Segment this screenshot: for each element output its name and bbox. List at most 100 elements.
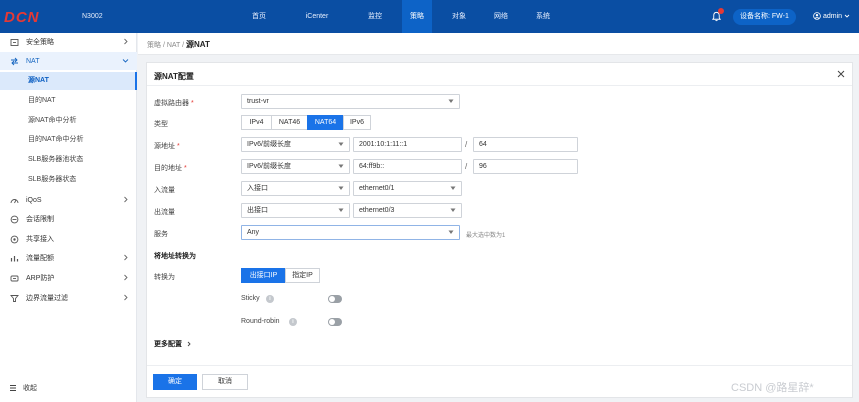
sidebar-item-security-policy[interactable]: 安全策略 xyxy=(0,33,137,51)
chevron-down-icon xyxy=(844,14,850,18)
chevron-right-icon xyxy=(124,196,128,203)
sidebar-subitem-source-nat-hit-analysis[interactable]: 源NAT命中分析 xyxy=(0,112,137,130)
service-label: 服务 xyxy=(154,231,168,238)
vrouter-select[interactable]: trust-vr xyxy=(241,94,460,109)
device-model: N3002 xyxy=(82,13,103,20)
traffic-quota-icon xyxy=(10,254,19,263)
service-hint: 最大选中数为1 xyxy=(466,233,506,239)
top-navigation-bar: DCN N3002 首页 iCenter 监控 策略 对象 网络 系统 设备名称: FW-1… xyxy=(0,0,859,33)
round-robin-label: Round-robin xyxy=(241,318,280,325)
sidebar-item-label: 共享接入 xyxy=(26,236,54,243)
boundary-filter-icon xyxy=(10,294,19,303)
source-address-mode-select[interactable]: IPv6/前缀长度 xyxy=(241,137,350,152)
sidebar-subitem-slb-pool-status[interactable]: SLB服务器池状态 xyxy=(0,151,137,169)
security-policy-icon xyxy=(10,38,19,47)
divider xyxy=(147,85,852,86)
type-option-ipv6[interactable]: IPv6 xyxy=(343,115,371,130)
chevron-right-icon xyxy=(124,274,128,281)
device-name-badge[interactable]: 设备名称: FW-1 xyxy=(733,9,796,25)
caret-down-icon xyxy=(338,142,344,146)
close-icon[interactable] xyxy=(836,69,846,79)
caret-down-icon xyxy=(450,186,456,190)
chevron-right-icon xyxy=(124,254,128,261)
sticky-label: Sticky xyxy=(241,295,260,302)
cancel-button[interactable]: 取消 xyxy=(202,374,248,390)
main-nav: 首页 iCenter 监控 策略 对象 网络 系统 xyxy=(244,0,558,33)
chevron-down-icon xyxy=(122,59,129,63)
round-robin-toggle[interactable] xyxy=(328,318,342,326)
username: admin xyxy=(823,12,843,20)
type-label: 类型 xyxy=(154,121,168,128)
destination-prefix-input[interactable]: 96 xyxy=(473,159,578,174)
breadcrumb-current: 源NAT xyxy=(186,40,210,49)
sidebar-subitem-destination-nat-hit-analysis[interactable]: 目的NAT命中分析 xyxy=(0,131,137,149)
egress-mode-select[interactable]: 出接口 xyxy=(241,203,350,218)
egress-ip-option[interactable]: 出接口IP xyxy=(241,268,286,283)
sidebar-item-iqos[interactable]: iQoS xyxy=(0,191,137,209)
source-ip-input[interactable]: 2001:10:1:11::1 xyxy=(353,137,462,152)
collapse-label: 收起 xyxy=(23,385,37,392)
source-nat-config-panel: 源NAT配置 虚拟路由器 * trust-vr 类型 IPv4 NAT46 NAT… xyxy=(146,62,853,398)
sidebar-subitem-source-nat[interactable]: 源NAT xyxy=(0,72,137,90)
ingress-mode-select[interactable]: 入接口 xyxy=(241,181,350,196)
destination-ip-input[interactable]: 64:ff9b:: xyxy=(353,159,462,174)
breadcrumb: 策略 / NAT / 源NAT xyxy=(147,39,210,50)
sidebar-item-traffic-quota[interactable]: 流量配额 xyxy=(0,249,137,267)
divider xyxy=(147,365,852,366)
type-option-ipv4[interactable]: IPv4 xyxy=(241,115,272,130)
sidebar-item-session-limit[interactable]: 会话限制 xyxy=(0,210,137,228)
service-select[interactable]: Any xyxy=(241,225,460,240)
caret-down-icon xyxy=(338,186,344,190)
nat-icon xyxy=(10,57,19,66)
caret-down-icon xyxy=(450,208,456,212)
breadcrumb-bar: 策略 / NAT / 源NAT xyxy=(138,33,859,55)
nav-icenter[interactable]: iCenter xyxy=(286,0,348,33)
type-option-nat64[interactable]: NAT64 xyxy=(307,115,344,130)
caret-down-icon xyxy=(338,164,344,168)
sidebar-item-boundary-filter[interactable]: 边界流量过滤 xyxy=(0,289,137,307)
sidebar-item-shared-access[interactable]: 共享接入 xyxy=(0,230,137,248)
sidebar-subitem-slb-server-status[interactable]: SLB服务器状态 xyxy=(0,171,137,189)
sidebar-item-arp-protection[interactable]: ARP防护 xyxy=(0,269,137,287)
nav-network[interactable]: 网络 xyxy=(486,0,516,33)
user-menu[interactable]: admin xyxy=(813,12,850,20)
sidebar-item-label: 会话限制 xyxy=(26,216,54,223)
caret-down-icon xyxy=(338,208,344,212)
collapse-icon xyxy=(10,385,16,391)
type-option-nat46[interactable]: NAT46 xyxy=(271,115,308,130)
help-icon[interactable]: i xyxy=(266,295,274,303)
nav-object[interactable]: 对象 xyxy=(444,0,474,33)
ingress-label: 入流量 xyxy=(154,187,175,194)
egress-interface-select[interactable]: ethernet0/3 xyxy=(353,203,462,218)
source-address-label: 源地址 * xyxy=(154,143,180,150)
specified-ip-option[interactable]: 指定IP xyxy=(285,268,320,283)
vrouter-label: 虚拟路由器 * xyxy=(154,100,194,107)
destination-address-mode-select[interactable]: IPv6/前缀长度 xyxy=(241,159,350,174)
svg-text:DCN: DCN xyxy=(4,9,40,25)
sidebar-item-label: 安全策略 xyxy=(26,39,54,46)
nav-monitor[interactable]: 监控 xyxy=(360,0,390,33)
prefix-separator: / xyxy=(465,162,468,171)
watermark: CSDN @路星辞* xyxy=(731,382,814,394)
collapse-sidebar-button[interactable]: 收起 xyxy=(9,383,37,393)
more-config-toggle[interactable]: 更多配置 xyxy=(154,339,192,349)
source-prefix-input[interactable]: 64 xyxy=(473,137,578,152)
sidebar-item-nat[interactable]: NAT xyxy=(0,52,137,70)
translation-section-title: 将地址转换为 xyxy=(154,253,196,260)
sidebar-item-label: NAT xyxy=(26,57,40,65)
sidebar: 安全策略 NAT 源NAT 目的NAT 源NAT命中分析 目的NAT命中分析 S… xyxy=(0,33,137,402)
nav-home[interactable]: 首页 xyxy=(244,0,274,33)
ingress-interface-select[interactable]: ethernet0/1 xyxy=(353,181,462,196)
ok-button[interactable]: 确定 xyxy=(153,374,197,390)
help-icon[interactable]: i xyxy=(289,318,297,326)
sticky-toggle[interactable] xyxy=(328,295,342,303)
brand-logo: DCN xyxy=(3,9,65,25)
nav-system[interactable]: 系统 xyxy=(528,0,558,33)
shared-access-icon xyxy=(10,235,19,244)
breadcrumb-trail[interactable]: 策略 / NAT / xyxy=(147,42,186,49)
sidebar-subitem-destination-nat[interactable]: 目的NAT xyxy=(0,92,137,110)
nav-policy[interactable]: 策略 xyxy=(402,0,432,33)
